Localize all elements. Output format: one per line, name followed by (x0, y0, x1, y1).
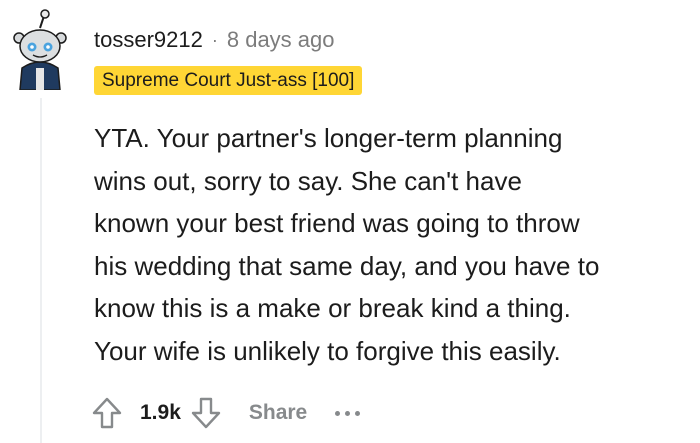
user-avatar[interactable] (6, 8, 74, 91)
ellipsis-icon (335, 410, 341, 416)
vote-score: 1.9k (140, 401, 181, 424)
comment-text-line: wins out, sorry to say. She can't have (94, 165, 522, 196)
comment-text-line: his wedding that same day, and you have … (94, 250, 600, 281)
comment-text-line: YTA. Your partner's longer-term planning (94, 123, 563, 153)
comment-actions: 1.9k Share (86, 391, 361, 435)
ellipsis-icon (355, 410, 361, 416)
meta-separator: · (211, 29, 218, 50)
share-button[interactable]: Share (249, 401, 307, 425)
timestamp[interactable]: 8 days ago (227, 27, 335, 53)
thread-line[interactable] (40, 98, 42, 443)
arrow-down-outline-icon (191, 397, 221, 429)
comment-text-line: known your best friend was going to thro… (94, 208, 580, 238)
comment-text-line: know this is a make or break kind a thin… (94, 293, 571, 323)
comment-body: YTA. Your partner's longer-term planning… (94, 117, 684, 372)
ellipsis-icon (345, 410, 351, 416)
snoo-avatar-icon (13, 9, 67, 91)
arrow-up-outline-icon (92, 397, 122, 429)
user-flair: Supreme Court Just-ass [100] (94, 66, 363, 95)
comment-meta: tosser9212 · 8 days ago (94, 26, 335, 54)
comment: tosser9212 · 8 days ago Supreme Court Ju… (0, 0, 700, 443)
comment-text-line: Your wife is unlikely to forgive this ea… (94, 335, 561, 366)
downvote-button[interactable] (185, 391, 227, 435)
upvote-button[interactable] (86, 391, 128, 435)
author-link[interactable]: tosser9212 (94, 27, 203, 53)
more-options-button[interactable] (335, 391, 361, 435)
